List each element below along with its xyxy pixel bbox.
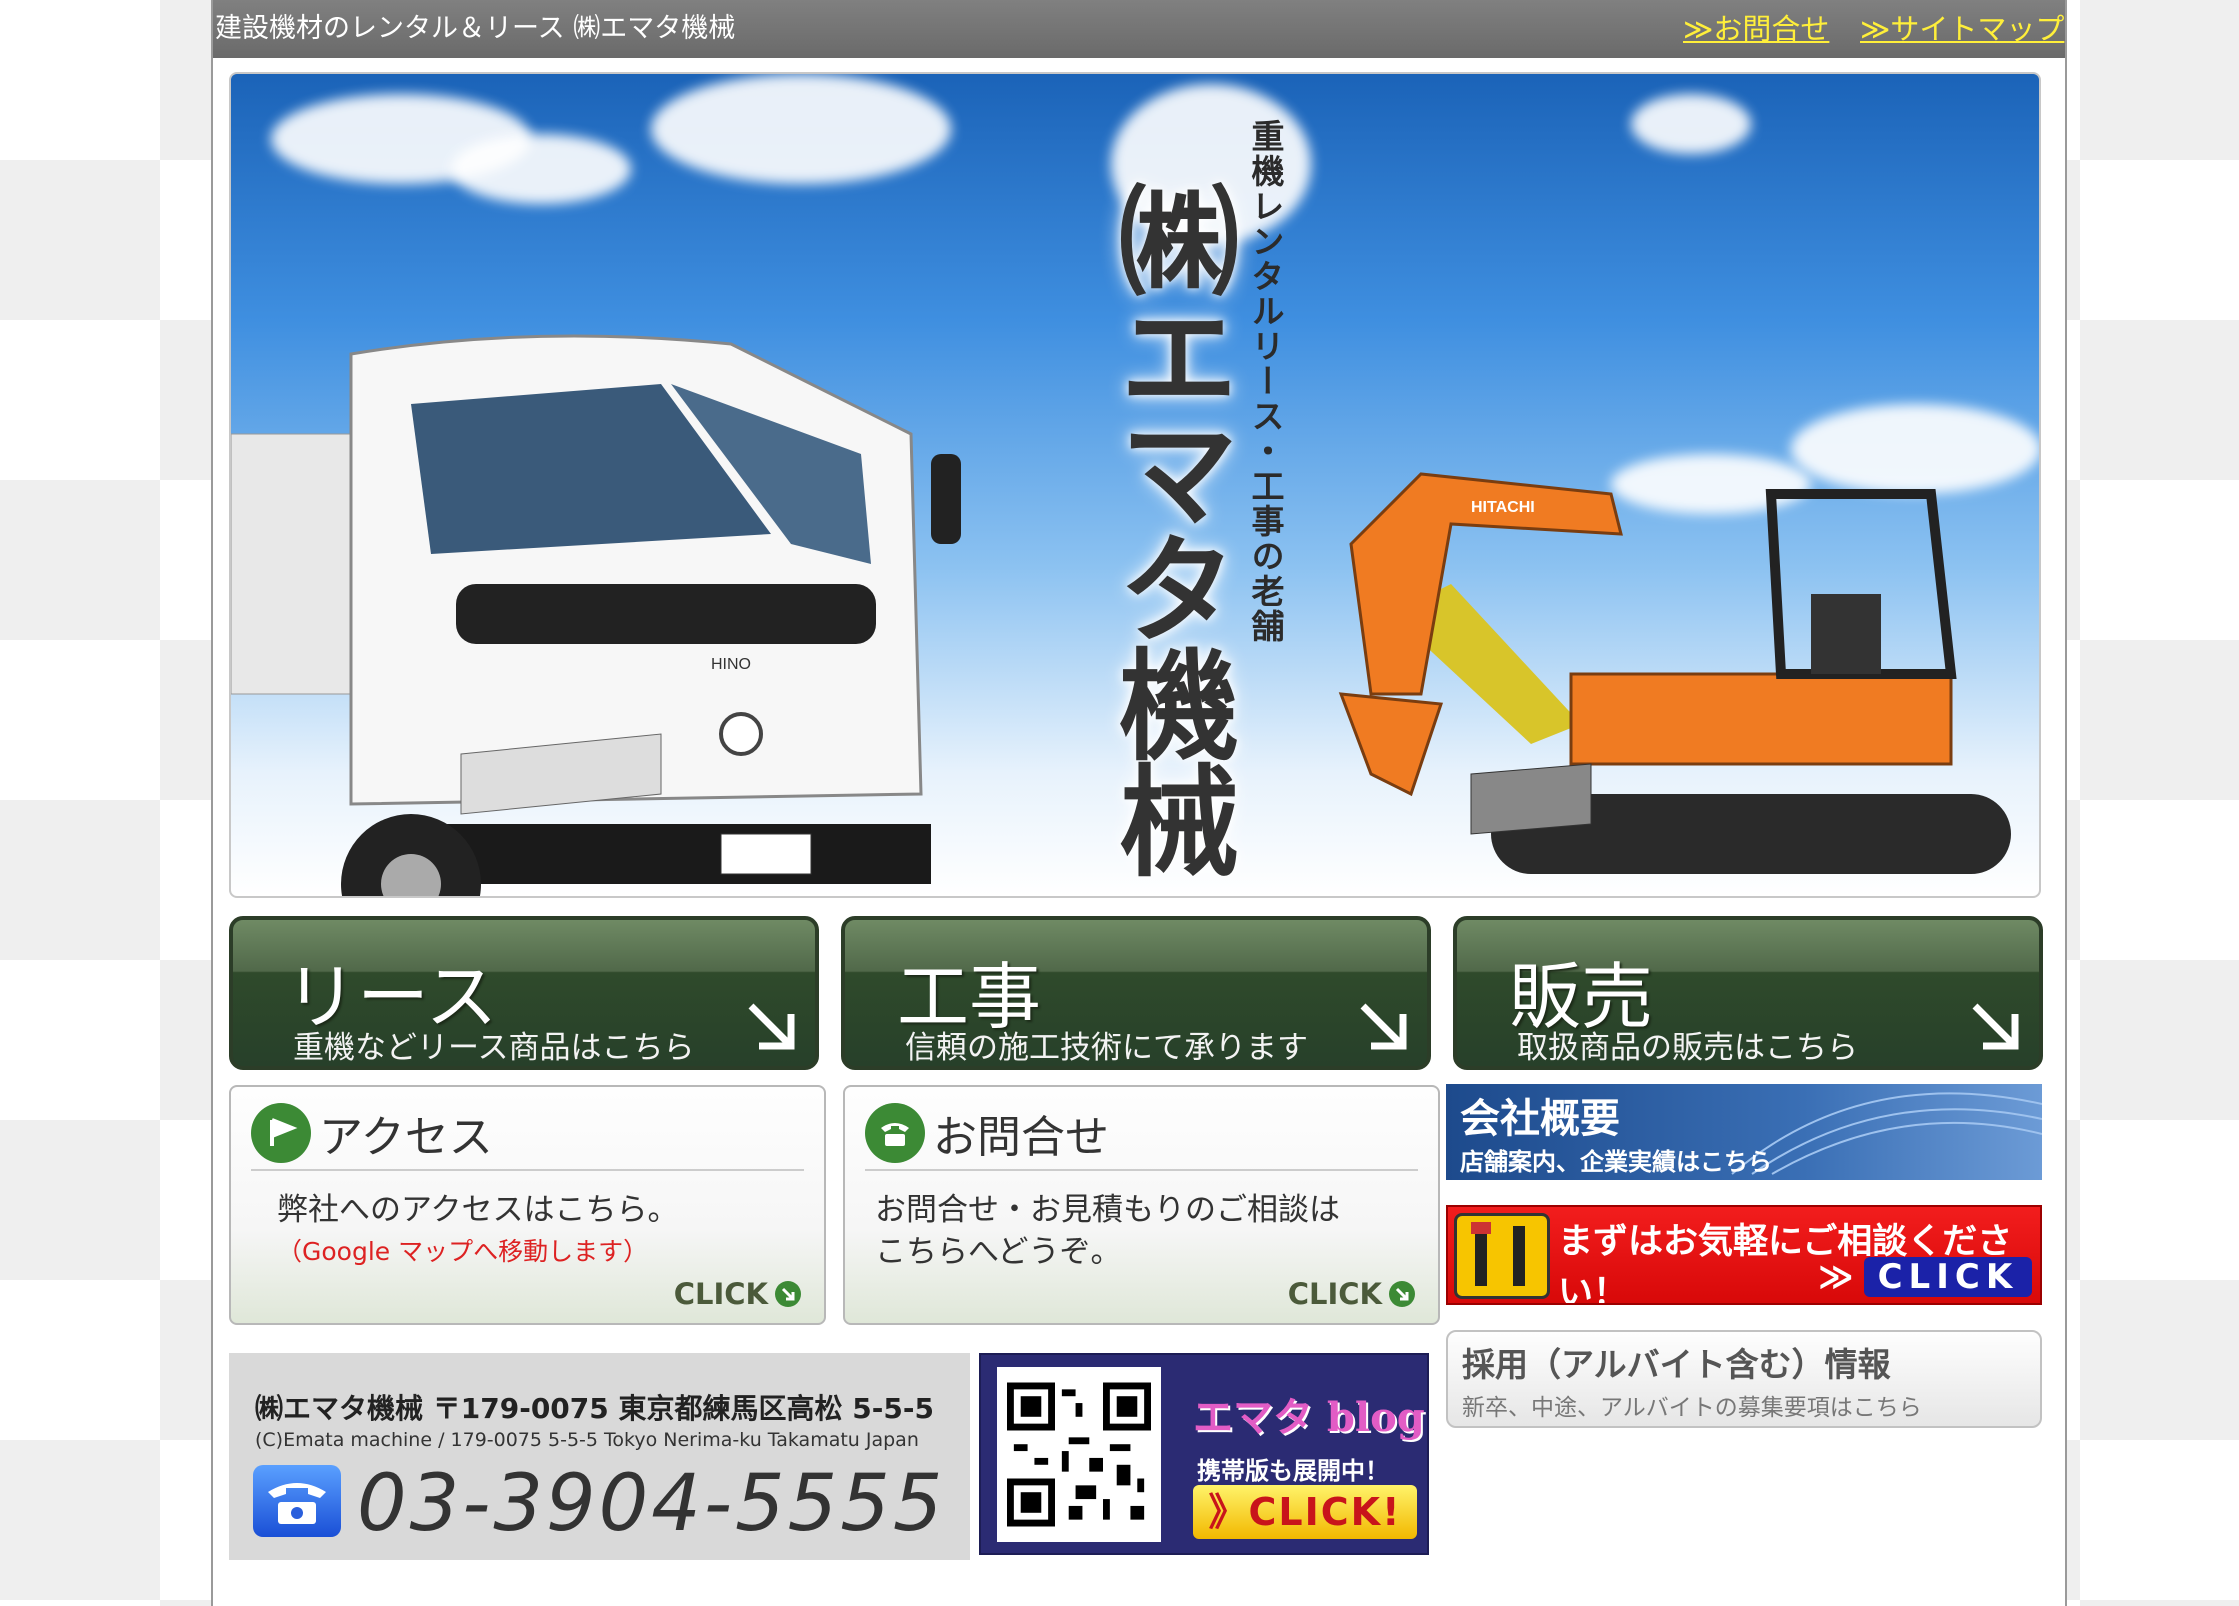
excavator-image: HITACHI <box>1338 472 2011 874</box>
truck-image: HINO <box>231 334 961 896</box>
sitemap-link[interactable]: ≫サイトマップ <box>1860 0 2064 58</box>
company-overview-subtitle: 店舗案内、企業実績はこちら <box>1460 1148 1772 1176</box>
sales-button[interactable]: 販売 取扱商品の販売はこちら <box>1453 916 2043 1070</box>
access-note: （Google マップへ移動します） <box>277 1237 649 1266</box>
construction-subtitle: 信頼の施工技術にて承ります <box>905 1030 1308 1066</box>
contact-title: お問合せ <box>933 1112 1109 1163</box>
blog-banner[interactable]: エマタ blog 携帯版も展開中！ 》CLICK! <box>979 1353 1429 1555</box>
phone-icon <box>865 1103 925 1163</box>
blog-click-button[interactable]: 》CLICK! <box>1193 1485 1417 1539</box>
access-click[interactable]: CLICK <box>674 1277 802 1311</box>
circle-arrow-icon <box>775 1281 801 1307</box>
recruit-title: 採用（アルバイト含む）情報 <box>1462 1345 1891 1384</box>
telephone-icon <box>253 1465 341 1537</box>
double-arrow-icon: ≫ <box>1818 1257 1854 1297</box>
contact-click[interactable]: CLICK <box>1288 1277 1416 1311</box>
recruit-subtitle: 新卒、中途、アルバイトの募集要項はこちら <box>1462 1395 1922 1421</box>
recruit-banner[interactable]: 採用（アルバイト含む）情報 新卒、中途、アルバイトの募集要項はこちら <box>1446 1330 2042 1428</box>
consult-banner[interactable]: まずはお気軽にご相談ください！ ≫ CLICK <box>1446 1205 2042 1305</box>
blog-subtitle: 携帯版も展開中！ <box>1197 1457 1389 1485</box>
circle-arrow-icon <box>1389 1281 1415 1307</box>
contact-box[interactable]: お問合せ お問合せ・お見積もりのご相談は こちらへどうぞ。 CLICK <box>843 1085 1440 1325</box>
hero-banner: HINO 重機レンタルリース・工事の老舗 ㈱エマタ機械 HITACHI <box>229 72 2041 898</box>
tools-icon <box>1454 1213 1550 1299</box>
site-description: 建設機材のレンタル＆リース ㈱エマタ機械 <box>215 13 736 44</box>
access-title: アクセス <box>319 1112 493 1163</box>
top-bar: 建設機材のレンタル＆リース ㈱エマタ機械 ≫お問合せ ≫サイトマップ <box>213 0 2065 58</box>
sales-subtitle: 取扱商品の販売はこちら <box>1517 1030 1858 1066</box>
address-jp: ㈱エマタ機械 〒179-0075 東京都練馬区高松 5-5-5 <box>255 1392 934 1425</box>
phone-number[interactable]: 03-3904-5555 <box>357 1459 946 1549</box>
lease-button[interactable]: リース 重機などリース商品はこちら <box>229 916 819 1070</box>
contact-body-line1: お問合せ・お見積もりのご相談は <box>875 1192 1340 1228</box>
hero-company-name: ㈱エマタ機械 <box>1098 179 1239 875</box>
truck-brand: HINO <box>711 656 751 673</box>
construction-button[interactable]: 工事 信頼の施工技術にて承ります <box>841 916 1431 1070</box>
arrow-down-right-icon <box>748 1003 795 1050</box>
company-overview-title: 会社概要 <box>1460 1095 1620 1142</box>
address-en: (C)Emata machine / 179-0075 5-5-5 Tokyo … <box>255 1429 919 1451</box>
arrow-down-right-icon <box>1972 1003 2019 1050</box>
access-body: 弊社へのアクセスはこちら。 <box>277 1192 679 1228</box>
lease-subtitle: 重機などリース商品はこちら <box>293 1030 695 1066</box>
contact-link[interactable]: ≫お問合せ <box>1683 0 1829 58</box>
consult-click: CLICK <box>1863 1257 2033 1297</box>
arrow-down-right-icon <box>1360 1003 1407 1050</box>
flag-icon <box>251 1103 311 1163</box>
blog-title: エマタ blog <box>1193 1394 1425 1441</box>
company-overview-banner[interactable]: 会社概要 店舗案内、企業実績はこちら <box>1446 1084 2042 1180</box>
qr-code <box>997 1367 1161 1542</box>
page-container: 建設機材のレンタル＆リース ㈱エマタ機械 ≫お問合せ ≫サイトマップ HINO <box>211 0 2067 1606</box>
contact-body-line2: こちらへどうぞ。 <box>875 1234 1122 1270</box>
access-box[interactable]: アクセス 弊社へのアクセスはこちら。 （Google マップへ移動します） CL… <box>229 1085 826 1325</box>
excavator-brand: HITACHI <box>1471 499 1535 516</box>
address-block: ㈱エマタ機械 〒179-0075 東京都練馬区高松 5-5-5 (C)Emata… <box>229 1353 970 1560</box>
